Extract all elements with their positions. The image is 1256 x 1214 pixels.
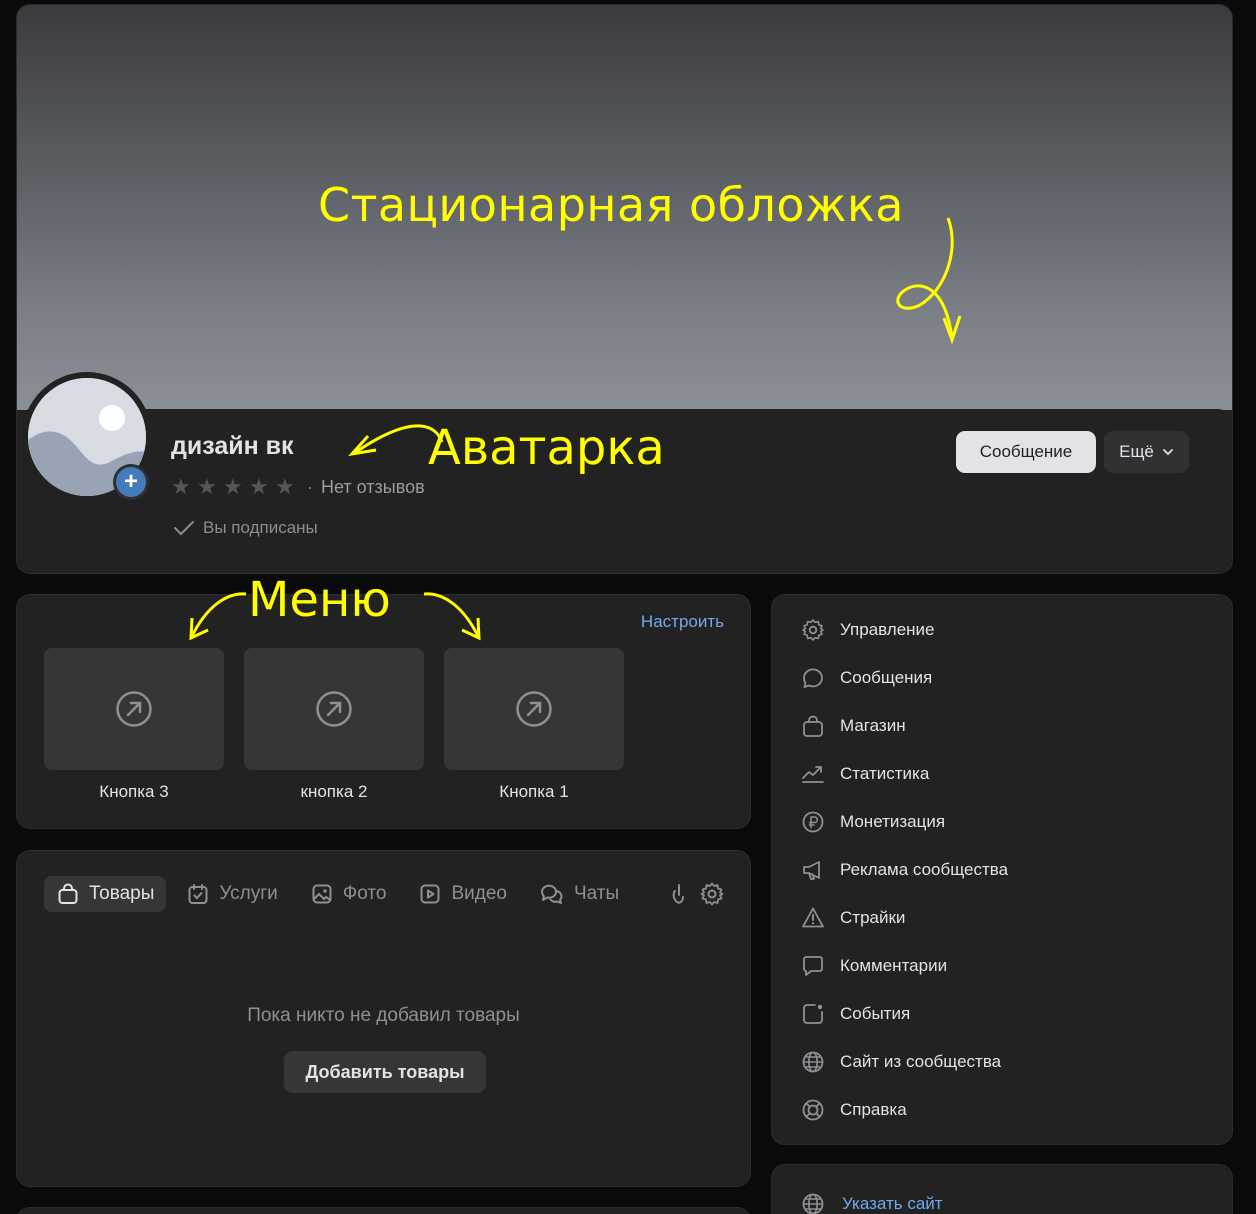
ruble-icon bbox=[802, 811, 824, 833]
menu-tile-label: кнопка 2 bbox=[300, 782, 368, 801]
external-link-icon bbox=[516, 691, 552, 727]
tab-services[interactable]: Услуги bbox=[174, 876, 289, 912]
lifebuoy-icon bbox=[802, 1099, 824, 1121]
check-icon bbox=[174, 521, 194, 536]
sidebar-item-monetization[interactable]: Монетизация bbox=[800, 809, 945, 835]
wall-card bbox=[16, 1207, 751, 1214]
specify-site-label: Указать сайт bbox=[842, 1194, 943, 1213]
sidebar-item-strikes[interactable]: Страйки bbox=[800, 905, 905, 931]
comment-icon bbox=[803, 956, 823, 976]
reviews-text[interactable]: Нет отзывов bbox=[321, 477, 425, 498]
star-icon: ★ bbox=[197, 474, 217, 499]
tab-label: Видео bbox=[451, 883, 507, 904]
tab-label: Фото bbox=[342, 883, 387, 904]
external-link-icon bbox=[116, 691, 152, 727]
sidebar-item-label: Статистика bbox=[840, 764, 930, 783]
sidebar-item-manage[interactable]: Управление bbox=[800, 617, 935, 643]
specify-site-link[interactable]: Указать сайт bbox=[800, 1191, 943, 1214]
sidebar-item-label: Сообщения bbox=[840, 668, 933, 687]
sidebar-item-label: Магазин bbox=[840, 716, 906, 735]
event-icon bbox=[803, 1004, 823, 1024]
content-tabs: Товары Услуги Фото Видео Чаты bbox=[44, 876, 639, 912]
rating-separator: · bbox=[307, 476, 313, 497]
sidebar-item-messages[interactable]: Сообщения bbox=[800, 665, 932, 691]
star-icon: ★ bbox=[223, 474, 243, 499]
tab-goods[interactable]: Товары bbox=[44, 876, 167, 912]
sidebar-item-events[interactable]: События bbox=[800, 1001, 910, 1027]
sidebar-item-label: Страйки bbox=[840, 908, 906, 927]
calendar-check-icon bbox=[188, 884, 208, 904]
message-button[interactable]: Сообщение bbox=[956, 431, 1096, 473]
tab-chats[interactable]: Чаты bbox=[527, 876, 631, 912]
image-icon bbox=[312, 884, 332, 904]
tab-video[interactable]: Видео bbox=[406, 876, 519, 912]
subscribed-status[interactable]: Вы подписаны bbox=[173, 518, 318, 538]
sidebar-item-label: Монетизация bbox=[840, 812, 946, 831]
bag-icon bbox=[58, 883, 78, 904]
tab-label: Услуги bbox=[219, 883, 278, 904]
gear-icon bbox=[802, 619, 824, 641]
bag-icon bbox=[803, 715, 823, 737]
plus-icon: + bbox=[116, 467, 146, 497]
avatar-add-button[interactable]: + bbox=[113, 464, 149, 500]
menu-tile-label: Кнопка 1 bbox=[499, 782, 569, 801]
empty-goods-text: Пока никто не добавил товары bbox=[247, 1005, 520, 1026]
menu-card: Настроить Кнопка 3 кнопка 2 Кнопка 1 bbox=[16, 594, 751, 829]
sidebar-item-stats[interactable]: Статистика bbox=[800, 761, 929, 787]
menu-tile[interactable]: Кнопка 1 bbox=[444, 648, 624, 802]
site-card: Указать сайт bbox=[771, 1164, 1233, 1214]
subscribed-label: Вы подписаны bbox=[203, 518, 318, 537]
menu-tile-label: Кнопка 3 bbox=[99, 782, 169, 801]
menu-tile[interactable]: Кнопка 3 bbox=[44, 648, 224, 802]
rating[interactable]: ★ ★ ★ ★ ★ · Нет отзывов bbox=[171, 476, 425, 498]
play-icon bbox=[420, 884, 440, 904]
sidebar-item-shop[interactable]: Магазин bbox=[800, 713, 906, 739]
configure-menu-link[interactable]: Настроить bbox=[641, 612, 724, 632]
more-button-label: Ещё bbox=[1119, 442, 1154, 461]
group-name: дизайн вк bbox=[171, 432, 294, 460]
sidebar-item-comments[interactable]: Комментарии bbox=[800, 953, 947, 979]
chats-icon bbox=[540, 884, 563, 904]
sidebar-item-label: Реклама сообщества bbox=[840, 860, 1009, 879]
cover-annotation: Стационарная обложка bbox=[318, 178, 904, 232]
tab-photo[interactable]: Фото bbox=[298, 876, 399, 912]
sidebar-item-site[interactable]: Сайт из сообщества bbox=[800, 1049, 1001, 1075]
add-goods-button[interactable]: Добавить товары bbox=[284, 1051, 486, 1093]
community-sidebar: Управление Сообщения Магазин Статистика … bbox=[771, 594, 1233, 1145]
menu-annotation-arrow-right bbox=[423, 592, 481, 641]
sidebar-item-label: События bbox=[840, 1004, 911, 1023]
star-icon: ★ bbox=[171, 474, 191, 499]
menu-annotation: Меню bbox=[248, 572, 391, 628]
gear-icon[interactable] bbox=[699, 881, 725, 907]
sidebar-item-label: Комментарии bbox=[840, 956, 948, 975]
avatar-annotation: Аватарка bbox=[428, 420, 665, 476]
content-tabs-card: Товары Услуги Фото Видео Чаты Пока никто… bbox=[16, 850, 751, 1187]
menu-tile[interactable]: кнопка 2 bbox=[244, 648, 424, 802]
hand-icon[interactable] bbox=[670, 881, 686, 907]
more-button[interactable]: Ещё bbox=[1104, 431, 1189, 473]
message-icon bbox=[803, 668, 823, 688]
chart-icon bbox=[802, 766, 824, 783]
sidebar-item-label: Сайт из сообщества bbox=[840, 1052, 1002, 1071]
menu-annotation-arrow-left bbox=[189, 592, 247, 641]
globe-icon bbox=[802, 1193, 824, 1214]
tab-label: Товары bbox=[89, 883, 155, 904]
external-link-icon bbox=[316, 691, 352, 727]
cover-annotation-arrow bbox=[896, 217, 962, 345]
megaphone-icon bbox=[803, 861, 820, 880]
sidebar-item-label: Справка bbox=[840, 1100, 907, 1119]
tab-label: Чаты bbox=[573, 883, 620, 904]
star-icon: ★ bbox=[275, 474, 295, 499]
sidebar-item-label: Управление bbox=[840, 620, 935, 639]
sidebar-item-help[interactable]: Справка bbox=[800, 1097, 907, 1123]
chevron-down-icon bbox=[1162, 449, 1173, 456]
warning-icon bbox=[802, 907, 824, 928]
globe-icon bbox=[802, 1051, 824, 1073]
star-icon: ★ bbox=[249, 474, 269, 499]
sidebar-item-ads[interactable]: Реклама сообщества bbox=[800, 857, 1008, 883]
